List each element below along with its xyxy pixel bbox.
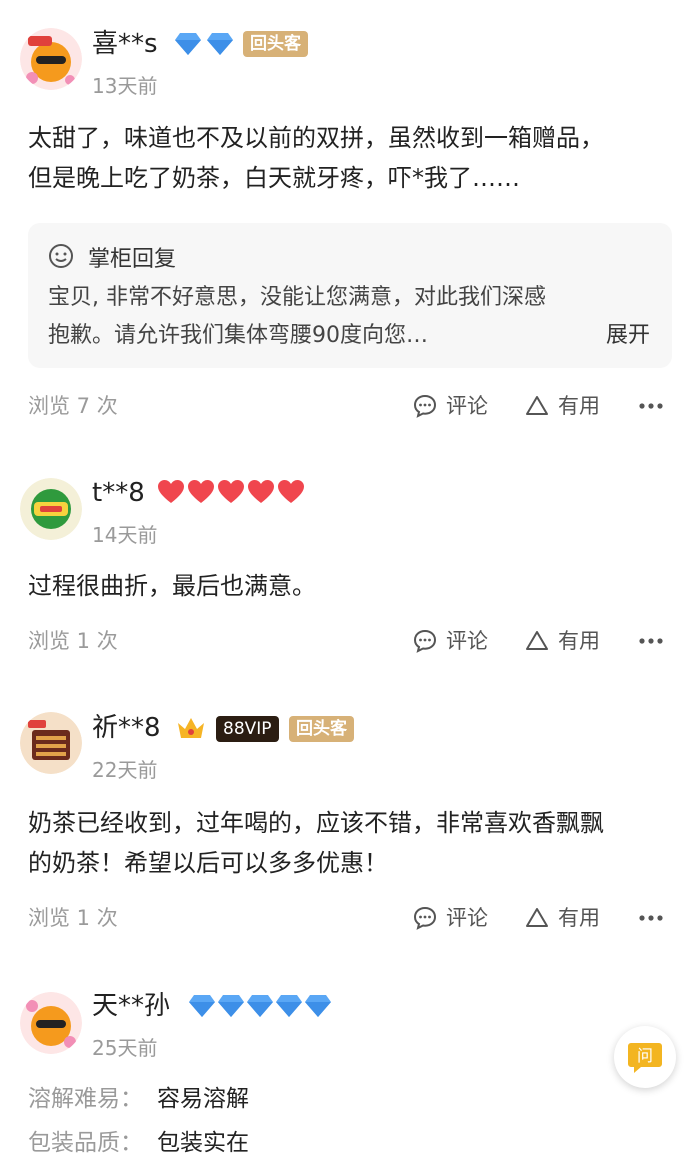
diamond-icon <box>175 33 201 55</box>
vip-tag: 88VIP <box>216 716 279 742</box>
username: 祈**8 <box>92 713 161 743</box>
avatar[interactable] <box>20 28 82 90</box>
reply-text: 宝贝, 非常不好意思，没能让您满意，对此我们深感 抱歉。请允许我们集体弯腰90度… <box>48 285 546 348</box>
review-date: 22天前 <box>92 758 158 782</box>
heart-icon <box>158 480 184 503</box>
more-icon[interactable] <box>636 391 666 421</box>
review-list-page: 喜**s 回头客 13天前 太甜了，味道也不及以前的双拼，虽然收到一箱赠品， 但… <box>0 0 700 1166</box>
review-footer: 浏览 7 次 评论 有用 <box>0 391 700 421</box>
review-date: 14天前 <box>92 523 158 547</box>
detail-row: 包装品质： 包装实在 <box>28 1130 249 1156</box>
comment-button[interactable]: 评论 <box>412 903 488 933</box>
level-badges <box>157 479 305 505</box>
username: 喜**s <box>92 29 158 59</box>
review-content: 太甜了，味道也不及以前的双拼，虽然收到一箱赠品， 但是晚上吃了奶茶，白天就牙疼，… <box>28 124 604 192</box>
username: 天**孙 <box>92 991 171 1021</box>
smile-icon <box>49 244 73 268</box>
diamond-icon <box>305 995 331 1017</box>
avatar[interactable] <box>20 992 82 1054</box>
avatar[interactable] <box>20 478 82 540</box>
comment-button[interactable]: 评论 <box>412 626 488 656</box>
more-icon[interactable] <box>636 903 666 933</box>
comment-icon <box>413 906 437 930</box>
useful-button[interactable]: 有用 <box>524 391 600 421</box>
expand-reply-link[interactable]: 展开 <box>606 317 650 355</box>
level-badges <box>176 715 206 741</box>
ask-button[interactable]: 问 <box>614 1026 676 1088</box>
comment-icon <box>413 629 437 653</box>
heart-icon <box>248 480 274 503</box>
level-badges <box>174 32 234 56</box>
useful-button[interactable]: 有用 <box>524 626 600 656</box>
review-date: 25天前 <box>92 1036 158 1060</box>
username: t**8 <box>92 478 145 508</box>
comment-button[interactable]: 评论 <box>412 391 488 421</box>
diamond-icon <box>218 995 244 1017</box>
avatar[interactable] <box>20 712 82 774</box>
review-footer: 浏览 1 次 评论 有用 <box>0 626 700 656</box>
diamond-icon <box>207 33 233 55</box>
useful-button[interactable]: 有用 <box>524 903 600 933</box>
review-footer: 浏览 1 次 评论 有用 <box>0 903 700 933</box>
reply-title: 掌柜回复 <box>88 247 177 272</box>
review-content: 奶茶已经收到，过年喝的，应该不错，非常喜欢香飘飘 的奶茶！希望以后可以多多优惠！ <box>28 809 604 877</box>
thumb-triangle-icon <box>526 631 548 650</box>
thumb-triangle-icon <box>526 908 548 927</box>
returning-customer-tag: 回头客 <box>289 716 354 742</box>
review-date: 13天前 <box>92 74 158 98</box>
seller-reply: 掌柜回复 宝贝, 非常不好意思，没能让您满意，对此我们深感 抱歉。请允许我们集体… <box>28 223 672 368</box>
heart-icon <box>218 480 244 503</box>
thumb-triangle-icon <box>526 396 548 415</box>
ask-label: 问 <box>637 1046 653 1065</box>
heart-icon <box>278 480 304 503</box>
view-count: 浏览 1 次 <box>28 906 118 930</box>
view-count: 浏览 7 次 <box>28 394 118 418</box>
diamond-icon <box>189 995 215 1017</box>
diamond-icon <box>247 995 273 1017</box>
ask-bubble-icon: 问 <box>628 1043 662 1073</box>
level-badges <box>188 994 332 1018</box>
returning-customer-tag: 回头客 <box>243 31 308 57</box>
review-content: 过程很曲折，最后也满意。 <box>28 572 316 600</box>
more-icon[interactable] <box>636 626 666 656</box>
comment-icon <box>413 394 437 418</box>
detail-row: 溶解难易： 容易溶解 <box>28 1086 249 1112</box>
diamond-icon <box>276 995 302 1017</box>
crown-icon <box>178 718 204 738</box>
heart-icon <box>188 480 214 503</box>
view-count: 浏览 1 次 <box>28 629 118 653</box>
